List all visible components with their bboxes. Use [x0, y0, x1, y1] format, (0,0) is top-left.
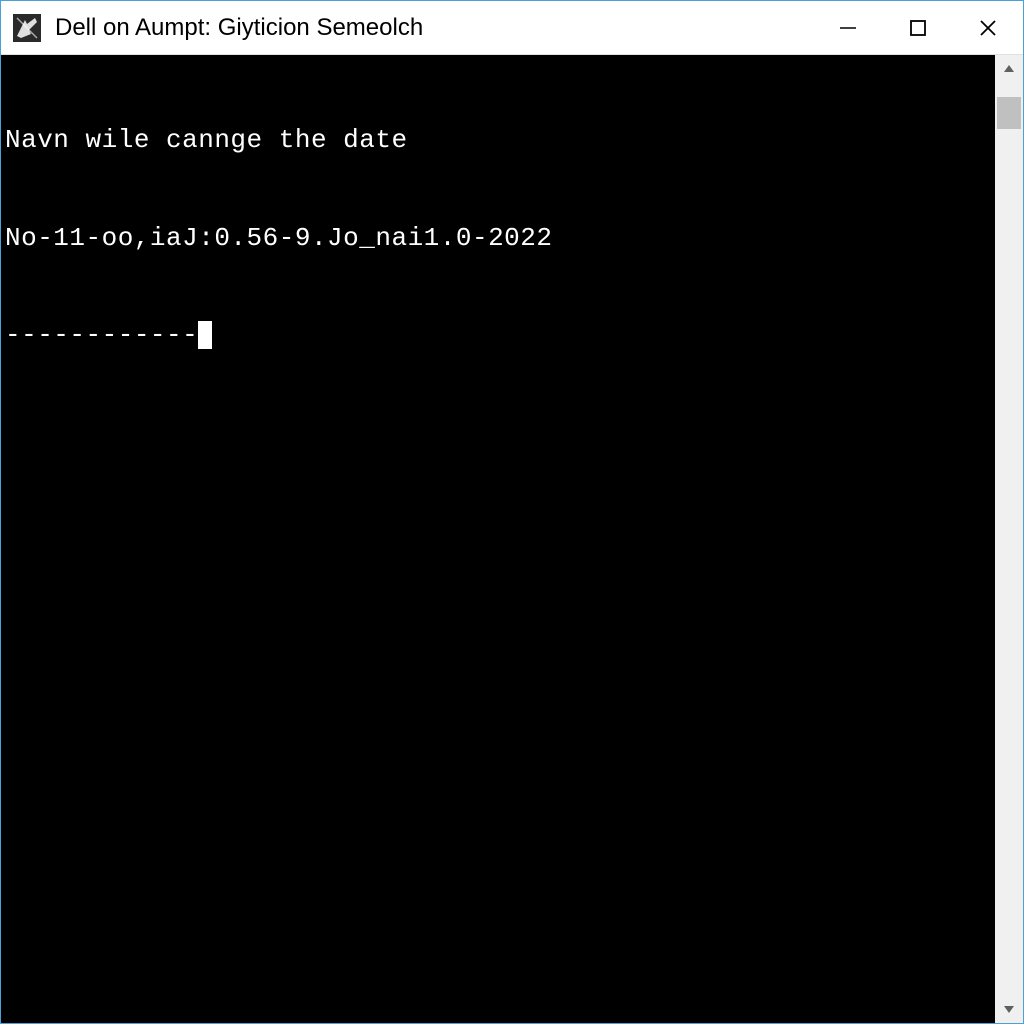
window-controls	[813, 1, 1023, 54]
titlebar: Dell on Aumpt: Giyticion Semeolch	[1, 1, 1023, 55]
scroll-up-arrow-icon[interactable]	[995, 55, 1023, 83]
console-content[interactable]: Navn wile cannge the date No-11-oo,iaJ:0…	[1, 55, 995, 1023]
close-button[interactable]	[953, 1, 1023, 54]
minimize-button[interactable]	[813, 1, 883, 54]
window-title: Dell on Aumpt: Giyticion Semeolch	[55, 14, 813, 42]
console-area: Navn wile cannge the date No-11-oo,iaJ:0…	[1, 55, 1023, 1023]
app-icon	[13, 14, 41, 42]
console-line: No-11-oo,iaJ:0.56-9.Jo_nai1.0-2022	[5, 222, 991, 255]
scrollbar-thumb[interactable]	[997, 97, 1021, 129]
scrollbar-track[interactable]	[995, 83, 1023, 995]
text-cursor	[198, 321, 212, 349]
scroll-down-arrow-icon[interactable]	[995, 995, 1023, 1023]
maximize-button[interactable]	[883, 1, 953, 54]
console-text: ------------	[5, 319, 198, 352]
console-line: Navn wile cannge the date	[5, 124, 991, 157]
console-line: ------------	[5, 319, 991, 352]
vertical-scrollbar[interactable]	[995, 55, 1023, 1023]
